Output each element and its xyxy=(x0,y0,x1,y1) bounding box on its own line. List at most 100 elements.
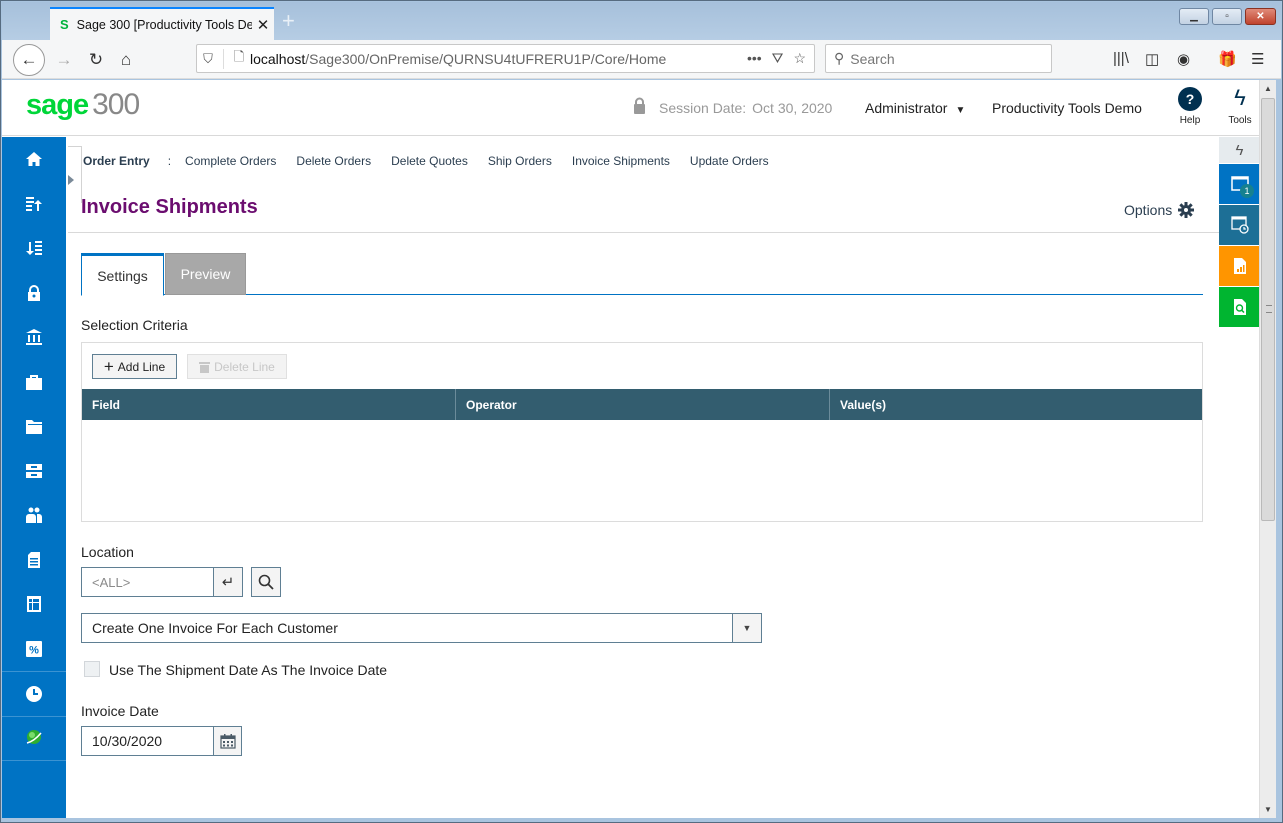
sidebar-item-sort-up[interactable] xyxy=(2,182,66,227)
column-header-operator[interactable]: Operator xyxy=(456,389,830,420)
sidebar-item-briefcase[interactable] xyxy=(2,360,66,405)
library-icon[interactable]: |||\ xyxy=(1113,50,1129,67)
scroll-down-icon[interactable]: ▼ xyxy=(1260,801,1276,818)
rail-lightning-button[interactable]: ϟ xyxy=(1219,137,1260,163)
tab-settings[interactable]: Settings xyxy=(81,253,164,296)
sidebar-item-tax[interactable]: % xyxy=(2,627,66,672)
sidebar-item-cabinet[interactable] xyxy=(2,449,66,494)
use-shipment-date-checkbox[interactable] xyxy=(84,661,100,677)
vertical-scrollbar[interactable]: ▲ ▼ xyxy=(1259,80,1276,818)
browser-window: S Sage 300 [Productivity Tools De ✕ + ▁ … xyxy=(0,0,1283,823)
location-input[interactable]: <ALL> xyxy=(81,567,214,597)
lightning-icon: ϟ xyxy=(1234,85,1246,110)
company-name[interactable]: Productivity Tools Demo xyxy=(992,100,1142,116)
breadcrumb-link-update-orders[interactable]: Update Orders xyxy=(690,154,769,168)
home-icon[interactable]: ⌂ xyxy=(112,46,140,74)
open-windows-button[interactable]: 1 xyxy=(1219,164,1260,204)
location-finder-button[interactable] xyxy=(251,567,281,597)
trash-icon xyxy=(199,361,211,373)
search-input[interactable]: ⚲ Search xyxy=(825,44,1052,73)
gear-icon xyxy=(1178,202,1195,218)
date-picker-button[interactable] xyxy=(213,726,242,756)
minimize-button[interactable]: ▁ xyxy=(1179,8,1209,25)
pocket-icon[interactable]: ⛛ xyxy=(772,50,784,67)
breadcrumb-root[interactable]: Order Entry xyxy=(83,154,150,168)
briefcase-icon xyxy=(26,374,42,390)
browser-tab[interactable]: S Sage 300 [Productivity Tools De ✕ xyxy=(50,7,274,40)
delete-line-button[interactable]: Delete Line xyxy=(187,354,287,379)
sidebar-item-table[interactable] xyxy=(2,582,66,627)
menu-icon[interactable]: ☰ xyxy=(1251,50,1264,68)
sage-favicon-icon: S xyxy=(60,17,69,32)
table-icon xyxy=(27,596,41,613)
tab-strip: S Sage 300 [Productivity Tools De ✕ + ▁ … xyxy=(2,2,1281,40)
options-button[interactable]: Options xyxy=(1124,202,1195,218)
star-icon[interactable]: ☆ xyxy=(793,50,806,67)
help-button[interactable]: ? Help xyxy=(1174,87,1206,126)
forward-icon[interactable]: → xyxy=(50,46,78,74)
tools-button[interactable]: ϟ Tools xyxy=(1224,85,1256,126)
back-icon[interactable]: ← xyxy=(13,44,45,76)
url-bar[interactable]: ⛉ 🗋 localhost/Sage300/OnPremise/QURNSU4t… xyxy=(196,44,815,73)
reports-button[interactable] xyxy=(1219,246,1260,286)
help-label: Help xyxy=(1179,115,1201,126)
page-icon: 🗋 xyxy=(233,48,245,64)
use-shipment-date-label[interactable]: Use The Shipment Date As The Invoice Dat… xyxy=(109,662,387,678)
breadcrumb: Order Entry : Complete Orders Delete Ord… xyxy=(83,154,789,168)
app-page: sage 300 Session Date: Oct 30, 2020 Admini… xyxy=(2,80,1260,818)
grip-icon xyxy=(1266,305,1272,313)
location-enter-button[interactable]: ↵ xyxy=(213,567,243,597)
sidebar-item-sage-portal[interactable] xyxy=(2,715,66,761)
sidebar-item-folder[interactable] xyxy=(2,404,66,449)
column-header-values[interactable]: Value(s) xyxy=(830,389,1202,420)
breadcrumb-link-delete-orders[interactable]: Delete Orders xyxy=(296,154,371,168)
invoice-date-label: Invoice Date xyxy=(81,703,159,719)
breadcrumb-link-complete-orders[interactable]: Complete Orders xyxy=(185,154,276,168)
scroll-thumb[interactable] xyxy=(1261,98,1275,521)
document-search-icon xyxy=(1233,299,1246,315)
inquiry-button[interactable] xyxy=(1219,287,1260,327)
gift-icon[interactable]: 🎁 xyxy=(1218,50,1237,68)
sidebar-icon[interactable]: ◫ xyxy=(1145,50,1159,68)
sage-logo[interactable]: sage 300 xyxy=(26,88,140,122)
scroll-up-icon[interactable]: ▲ xyxy=(1260,80,1276,97)
chevron-down-icon[interactable]: ▼ xyxy=(732,614,761,642)
shield-icon[interactable]: ⛉ xyxy=(197,51,219,67)
invoice-option-dropdown[interactable]: Create One Invoice For Each Customer ▼ xyxy=(81,613,762,643)
sidebar-item-users[interactable] xyxy=(2,493,66,538)
browser-toolbar: ← → ↻ ⌂ ⛉ 🗋 localhost/Sage300/OnPremise/… xyxy=(2,40,1281,79)
tab-title: Sage 300 [Productivity Tools De xyxy=(76,17,252,32)
close-tab-icon[interactable]: ✕ xyxy=(252,16,274,34)
maximize-button[interactable]: ▫ xyxy=(1212,8,1242,25)
session-label: Session Date: xyxy=(659,100,747,116)
breadcrumb-link-delete-quotes[interactable]: Delete Quotes xyxy=(391,154,468,168)
document-icon xyxy=(28,551,40,568)
delete-line-label: Delete Line xyxy=(214,359,275,374)
expand-arrow-icon[interactable] xyxy=(68,175,74,185)
close-window-button[interactable]: ✕ xyxy=(1245,8,1276,25)
sidebar-item-home[interactable] xyxy=(2,137,66,182)
sidebar-item-security[interactable] xyxy=(2,271,66,316)
breadcrumb-link-ship-orders[interactable]: Ship Orders xyxy=(488,154,552,168)
sidebar-item-document[interactable] xyxy=(2,538,66,583)
user-menu[interactable]: Administrator ▼ xyxy=(865,100,965,116)
more-icon[interactable]: ••• xyxy=(747,50,762,67)
tab-preview[interactable]: Preview xyxy=(165,253,246,295)
new-tab-icon[interactable]: + xyxy=(282,8,295,34)
invoice-date-input[interactable]: 10/30/2020 xyxy=(81,726,214,756)
lock-icon xyxy=(28,284,40,301)
options-label: Options xyxy=(1124,202,1173,218)
divider xyxy=(68,232,1219,233)
column-header-field[interactable]: Field xyxy=(82,389,456,420)
schedule-button[interactable] xyxy=(1219,205,1260,245)
sort-up-list-icon xyxy=(26,196,42,211)
sidebar-item-sort-down[interactable] xyxy=(2,226,66,271)
reload-icon[interactable]: ↻ xyxy=(82,46,110,74)
breadcrumb-link-invoice-shipments[interactable]: Invoice Shipments xyxy=(572,154,670,168)
sidebar-item-recent[interactable] xyxy=(2,671,66,716)
add-line-button[interactable]: + Add Line xyxy=(92,354,177,379)
sidebar-item-bank[interactable] xyxy=(2,315,66,360)
search-icon: ⚲ xyxy=(834,50,845,66)
session-date-value: Oct 30, 2020 xyxy=(752,100,833,116)
account-icon[interactable]: ◉ xyxy=(1177,50,1190,68)
